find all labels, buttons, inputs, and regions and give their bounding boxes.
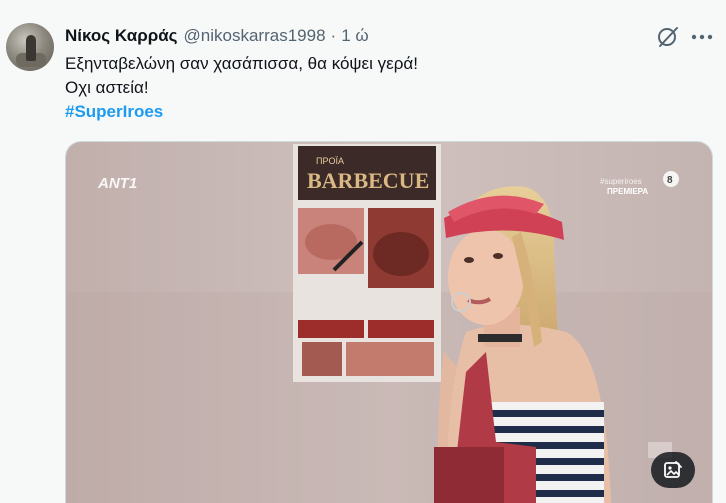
grok-icon[interactable]: [656, 25, 680, 49]
overlay-tag: #superiroes: [600, 177, 642, 186]
tweet-text: Εξηνταβελώνη σαν χασάπισσα, θα κόψει γερ…: [65, 52, 418, 124]
image-edit-icon[interactable]: [651, 452, 695, 488]
rating-badge: 8: [667, 175, 673, 186]
video-frame: ΠΡΟΪΑ BARBECUE ANT1 #superiroes ΠΡΕΜΙΕΡΑ…: [66, 142, 712, 503]
avatar-photo-figure: [26, 35, 36, 61]
separator-dot: ·: [330, 26, 337, 45]
channel-logo: ANT1: [97, 175, 137, 192]
poster-title: BARBECUE: [307, 168, 429, 193]
tweet[interactable]: Νίκος Καρράς @nikoskarras1998 · 1 ώ Εξην…: [0, 0, 726, 503]
overlay-label: ΠΡΕΜΙΕΡΑ: [607, 187, 648, 196]
tweet-header: Νίκος Καρράς @nikoskarras1998 · 1 ώ: [65, 25, 369, 47]
author-handle[interactable]: @nikoskarras1998: [184, 26, 326, 46]
more-icon[interactable]: [690, 25, 714, 49]
poster: ΠΡΟΪΑ BARBECUE: [293, 144, 441, 382]
poster-title-small: ΠΡΟΪΑ: [316, 156, 344, 166]
avatar[interactable]: [6, 23, 54, 71]
tweet-media[interactable]: ΠΡΟΪΑ BARBECUE ANT1 #superiroes ΠΡΕΜΙΕΡΑ…: [65, 141, 713, 503]
author-name[interactable]: Νίκος Καρράς: [65, 26, 178, 46]
tweet-timestamp[interactable]: 1 ώ: [341, 26, 368, 46]
hashtag-link[interactable]: #SuperIroes: [65, 100, 418, 124]
tweet-text-line: Εξηνταβελώνη σαν χασάπισσα, θα κόψει γερ…: [65, 54, 418, 73]
tweet-text-line: Οχι αστεία!: [65, 78, 149, 97]
